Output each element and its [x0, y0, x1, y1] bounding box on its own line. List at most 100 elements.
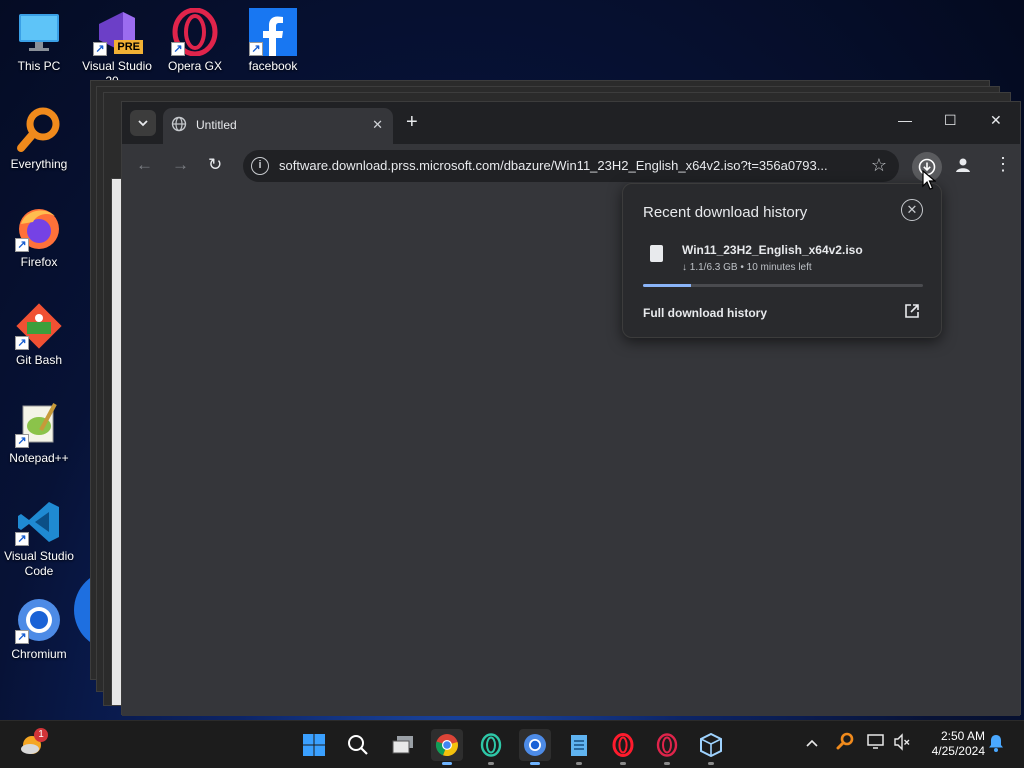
tab-title: Untitled — [196, 118, 237, 132]
shortcut-arrow-icon: ↗ — [15, 630, 29, 644]
windows-logo-icon — [303, 734, 325, 756]
taskbar-chromium[interactable] — [519, 729, 551, 765]
download-history-bubble: Recent download history ✕ Win11_23H2_Eng… — [622, 183, 942, 338]
notification-bell-icon[interactable] — [988, 734, 1004, 755]
desktop-icon-notepad-plus-plus[interactable]: ↗ Notepad++ — [0, 400, 79, 466]
full-download-history-link[interactable]: Full download history — [643, 306, 767, 320]
close-window-button[interactable]: ✕ — [990, 112, 1002, 129]
bookmark-star-icon[interactable]: ☆ — [871, 155, 887, 176]
desktop-icon-vscode[interactable]: ↗ Visual Studio Code — [0, 498, 79, 579]
tab-untitled[interactable]: Untitled ✕ — [163, 108, 393, 144]
everything-tray-icon[interactable] — [836, 732, 854, 753]
notepad-icon — [571, 735, 587, 756]
virtualbox-icon — [700, 733, 722, 757]
globe-icon — [171, 116, 187, 137]
new-tab-button[interactable]: + — [406, 112, 418, 132]
clock-time: 2:50 AM — [940, 729, 985, 743]
address-bar[interactable]: i software.download.prss.microsoft.com/d… — [243, 150, 899, 182]
desktop-icon-label: facebook — [248, 59, 298, 73]
download-file-name[interactable]: Win11_23H2_English_x64v2.iso — [682, 243, 863, 257]
kebab-menu-icon[interactable]: ⋮ — [994, 154, 1012, 175]
task-view-icon — [392, 736, 413, 754]
desktop-icon-chromium[interactable]: ↗ Chromium — [0, 596, 79, 662]
task-view[interactable] — [387, 729, 419, 761]
desktop-icon-facebook[interactable]: ↗ facebook — [233, 8, 313, 74]
close-tab-icon[interactable]: ✕ — [372, 117, 383, 133]
close-bubble-icon[interactable]: ✕ — [901, 199, 923, 221]
shortcut-arrow-icon: ↗ — [15, 336, 29, 350]
opera-icon — [612, 733, 634, 757]
maximize-button[interactable]: ☐ — [944, 112, 957, 129]
taskbar-opera-gx[interactable] — [475, 729, 507, 765]
running-indicator — [442, 762, 452, 765]
download-progress-fill — [643, 284, 691, 287]
desktop-icon-label: Visual Studio Code — [4, 549, 74, 578]
opera-gx-icon — [480, 733, 502, 757]
desktop-icon-label: Firefox — [20, 255, 58, 269]
tab-search-button[interactable] — [130, 110, 156, 136]
desktop-icon-firefox[interactable]: ↗ Firefox — [0, 204, 79, 270]
desktop-icon-label: Git Bash — [15, 353, 63, 367]
taskbar-chrome[interactable] — [431, 729, 463, 765]
shortcut-arrow-icon: ↗ — [15, 532, 29, 546]
taskbar-notepad[interactable] — [563, 729, 595, 765]
desktop-icon-everything[interactable]: Everything — [0, 106, 79, 172]
running-indicator — [530, 762, 540, 765]
shortcut-arrow-icon: ↗ — [15, 434, 29, 448]
taskbar-search[interactable] — [342, 729, 374, 761]
file-icon — [650, 245, 663, 262]
opera-gx-icon: ↗ — [171, 7, 219, 57]
open-external-icon[interactable] — [904, 303, 920, 324]
desktop-icon-label: Everything — [10, 157, 68, 171]
chevron-down-icon — [138, 120, 148, 127]
taskbar-opera[interactable] — [607, 729, 639, 765]
download-status: ↓ 1.1/6.3 GB • 10 minutes left — [682, 262, 812, 273]
taskbar-opera-gx-2[interactable] — [651, 729, 683, 765]
facebook-icon: ↗ — [249, 8, 297, 56]
taskbar-virtualbox[interactable] — [695, 729, 727, 765]
forward-arrow-icon[interactable]: → — [172, 156, 189, 174]
mouse-cursor-icon — [922, 169, 937, 195]
desktop-icon-label: Chromium — [11, 647, 67, 661]
desktop-icon-opera-gx[interactable]: ↗ Opera GX — [155, 7, 235, 74]
search-icon — [348, 735, 368, 755]
running-indicator — [576, 762, 582, 765]
start-button[interactable] — [298, 729, 330, 761]
bubble-title: Recent download history — [643, 204, 808, 221]
desktop-icon-git-bash[interactable]: ↗ Git Bash — [0, 302, 79, 368]
network-icon[interactable] — [866, 733, 886, 754]
shortcut-arrow-icon: ↗ — [249, 42, 263, 56]
desktop-icon-label: Notepad++ — [9, 451, 69, 465]
desktop-icon-label: This PC — [17, 59, 61, 73]
minimize-button[interactable]: — — [898, 112, 912, 128]
reload-icon[interactable]: ↻ — [208, 156, 222, 174]
firefox-icon: ↗ — [15, 204, 63, 252]
visual-studio-icon: PRE ↗ — [93, 8, 143, 56]
tab-strip: Untitled ✕ + — ☐ ✕ — [122, 102, 1020, 144]
volume-muted-icon[interactable] — [893, 733, 911, 754]
running-indicator — [488, 762, 494, 765]
desktop-icon-label: Opera GX — [167, 59, 223, 73]
vscode-icon: ↗ — [15, 498, 63, 546]
show-hidden-icons-chevron-icon[interactable] — [806, 735, 818, 751]
taskbar-clock[interactable]: 2:50 AM 4/25/2024 — [925, 729, 985, 759]
desktop-icon-visual-studio[interactable]: PRE ↗ Visual Studio 20... — [77, 8, 157, 89]
clock-date: 4/25/2024 — [931, 744, 985, 758]
weather-widget[interactable]: 1 — [18, 728, 48, 759]
profile-icon[interactable] — [954, 156, 972, 179]
notepad-plus-plus-icon: ↗ — [15, 400, 63, 448]
back-arrow-icon[interactable]: ← — [136, 156, 153, 174]
notification-badge: 1 — [34, 728, 48, 742]
chrome-icon — [435, 734, 458, 757]
running-indicator — [620, 762, 626, 765]
shortcut-arrow-icon: ↗ — [15, 238, 29, 252]
chromium-icon: ↗ — [15, 596, 63, 644]
download-progress-bar — [643, 284, 923, 287]
url-text[interactable]: software.download.prss.microsoft.com/dba… — [279, 158, 859, 173]
taskbar: 1 2:50 AM 4/25/2024 — [0, 720, 1024, 768]
desktop-icon-this-pc[interactable]: This PC — [0, 8, 79, 74]
site-info-icon[interactable]: i — [251, 157, 269, 175]
chromium-icon — [524, 734, 546, 756]
running-indicator — [708, 762, 714, 765]
shortcut-arrow-icon: ↗ — [93, 42, 107, 56]
